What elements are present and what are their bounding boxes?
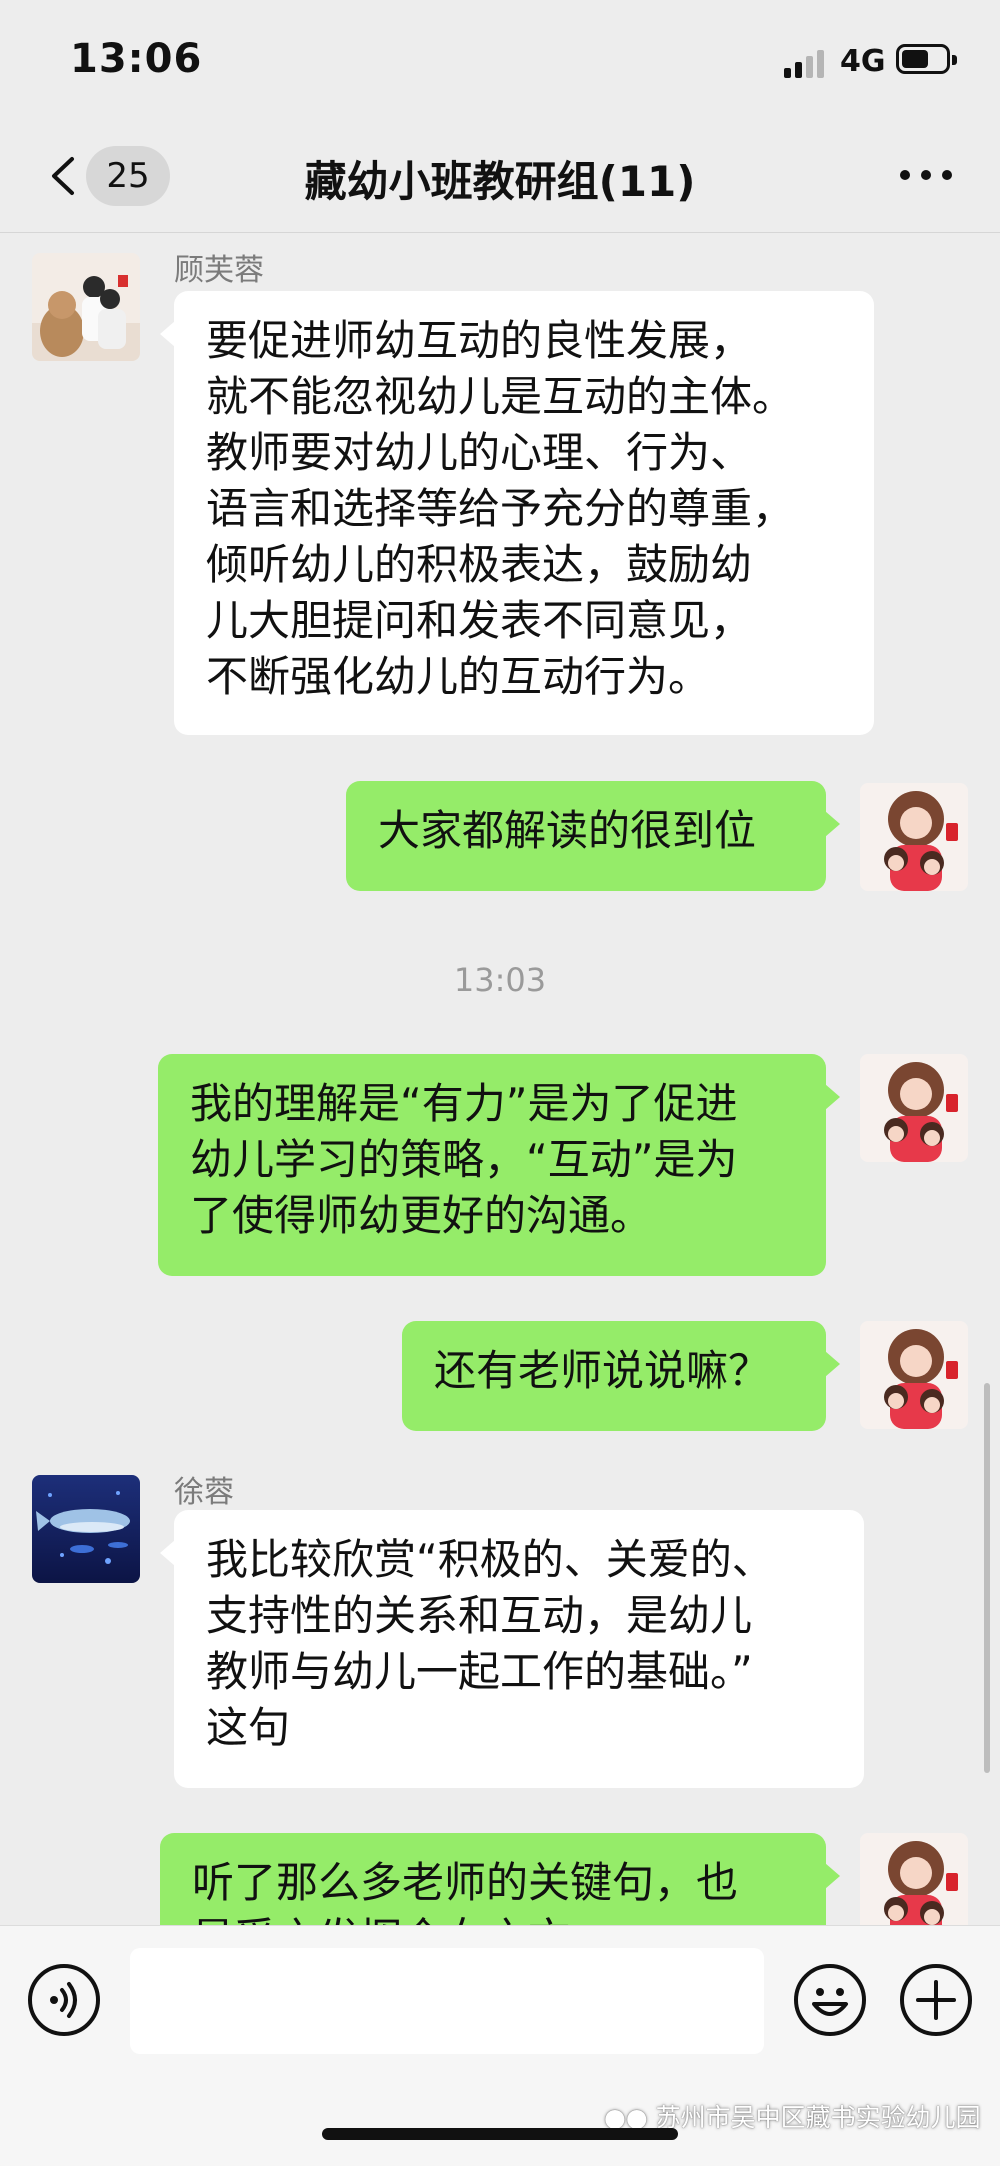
message-line: 我的理解是“有力”是为了促进 — [190, 1079, 738, 1128]
sender-name: 徐蓉 — [174, 1475, 234, 1510]
message-timestamp: 13:03 — [453, 961, 547, 999]
message-line: 要促进师幼互动的良性发展， — [206, 316, 753, 365]
message-bubble[interactable]: 还有老师说说嘛？ — [402, 1321, 840, 1431]
battery-icon — [896, 44, 957, 74]
message-line: 了使得师幼更好的沟通。 — [190, 1191, 653, 1240]
network-type: 4G — [840, 44, 886, 79]
message-line: 教师与幼儿一起工作的基础。” — [206, 1647, 753, 1696]
watermark-text: 苏州市吴中区藏书实验幼儿园 — [655, 2103, 981, 2132]
status-time: 13:06 — [70, 36, 203, 82]
emoji-icon[interactable] — [794, 1964, 866, 2036]
message-bubble[interactable]: 听了那么多老师的关键句，也 是受之发挥全女之文 — [160, 1833, 840, 1925]
avatar-photo-icon — [860, 1321, 968, 1429]
message-bubble[interactable]: 要促进师幼互动的良性发展， 就不能忽视幼儿是互动的主体。 教师要对幼儿的心理、行… — [160, 291, 874, 735]
status-bar: 13:06 4G — [0, 0, 1000, 120]
message-bubble[interactable]: 我的理解是“有力”是为了促进 幼儿学习的策略，“互动”是为 了使得师幼更好的沟通… — [158, 1054, 840, 1276]
chat-title: 藏幼小班教研组(11) — [304, 157, 696, 206]
avatar[interactable] — [32, 253, 140, 361]
message-line: 听了那么多老师的关键句，也 — [192, 1858, 739, 1907]
plus-icon[interactable] — [900, 1964, 972, 2036]
avatar[interactable] — [860, 1833, 968, 1925]
avatar-photo-icon — [860, 1833, 968, 1925]
signal-icon — [784, 48, 830, 78]
avatar[interactable] — [860, 783, 968, 891]
message-line: 教师要对幼儿的心理、行为、 — [206, 428, 753, 477]
message-line: 支持性的关系和互动，是幼儿 — [206, 1591, 753, 1640]
avatar-photo-icon — [32, 1475, 140, 1583]
sender-name: 顾芙蓉 — [174, 253, 264, 288]
avatar-photo-icon — [860, 1054, 968, 1162]
avatar-photo-icon — [32, 253, 140, 361]
chat-header: 25 藏幼小班教研组(11) — [0, 120, 1000, 233]
voice-icon[interactable] — [28, 1964, 100, 2036]
scrollbar[interactable] — [984, 1383, 990, 1773]
message-line: 这句 — [206, 1703, 291, 1752]
message-line: 大家都解读的很到位 — [378, 806, 757, 855]
message-bubble[interactable]: 我比较欣赏“积极的、关爱的、 支持性的关系和互动，是幼儿 教师与幼儿一起工作的基… — [160, 1510, 864, 1788]
message-line: 就不能忽视幼儿是互动的主体。 — [206, 372, 795, 421]
message-bubble[interactable]: 大家都解读的很到位 — [346, 781, 840, 891]
avatar[interactable] — [32, 1475, 140, 1583]
message-line: 是受之发挥全女之文 — [192, 1911, 794, 1925]
avatar-photo-icon — [860, 783, 968, 891]
message-line: 不断强化幼儿的互动行为。 — [206, 652, 711, 701]
message-line: 儿大胆提问和发表不同意见， — [206, 596, 753, 645]
message-line: 倾听幼儿的积极表达，鼓励幼 — [206, 540, 753, 589]
avatar[interactable] — [860, 1054, 968, 1162]
message-line: 语言和选择等给予充分的尊重， — [206, 484, 795, 533]
message-line: 我比较欣赏“积极的、关爱的、 — [206, 1535, 774, 1584]
avatar[interactable] — [860, 1321, 968, 1429]
message-line: 幼儿学习的策略，“互动”是为 — [190, 1135, 738, 1184]
message-input[interactable] — [130, 1948, 764, 2054]
message-list[interactable]: 顾芙蓉 要促进师幼互动的良性发展， 就不能忽视幼儿是互动的主体。 教师要对幼儿的… — [0, 233, 1000, 1925]
home-indicator[interactable] — [322, 2128, 678, 2140]
more-dots-icon[interactable] — [900, 166, 952, 182]
message-line: 还有老师说说嘛？ — [434, 1346, 771, 1395]
